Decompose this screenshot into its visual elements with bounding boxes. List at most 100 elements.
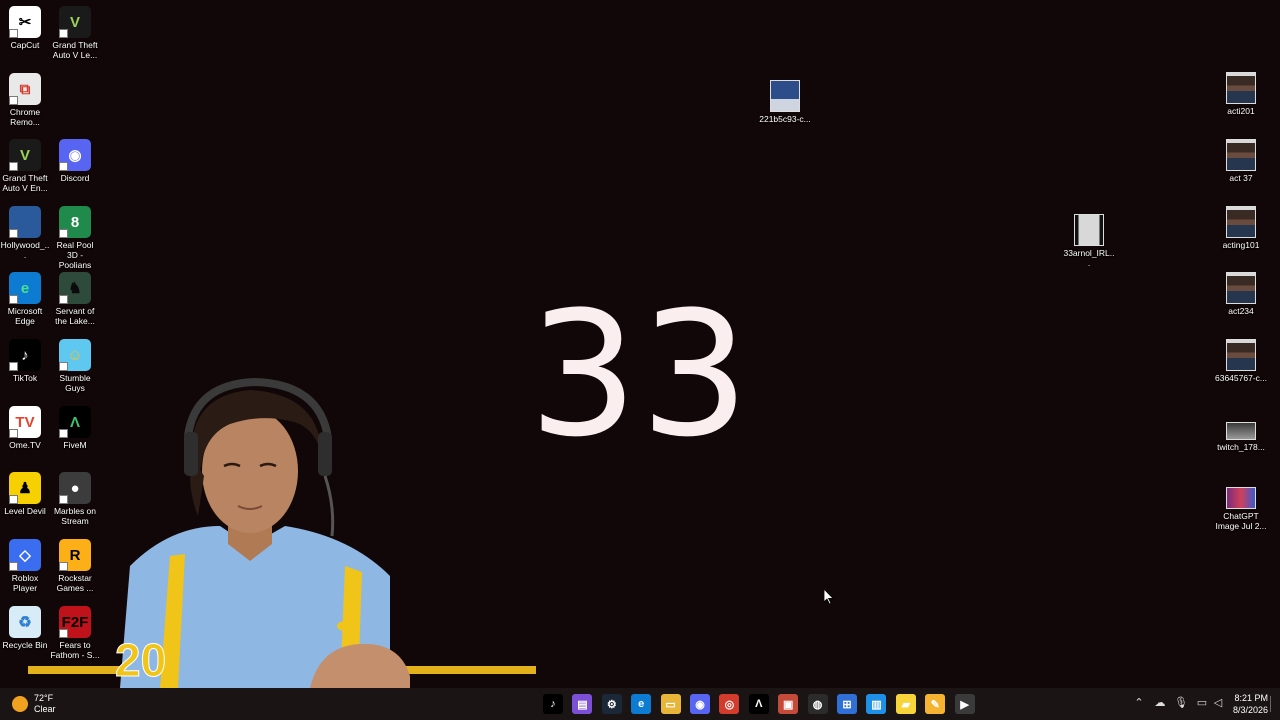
taskbar-app-store[interactable]: ⊞ [837,694,857,714]
show-hidden-icons-chevron-icon[interactable]: ⌃ [1132,696,1146,712]
image-file-icon [1226,272,1256,304]
image-file-icon [1226,206,1256,238]
desktop-icon-ome-tv[interactable]: TV Ome.TV [0,406,50,450]
taskbar-app-video-editor[interactable]: ▣ [778,694,799,714]
taskbar-app-fivem[interactable]: Λ [748,694,769,714]
tiktok-icon: ♪ [550,698,556,710]
media-player-icon: ▶ [960,698,969,711]
fivem-icon: Λ [755,698,763,710]
desktop-file-label: acting101 [1222,240,1260,250]
discord-icon: ◉ [59,139,91,171]
shortcut-arrow-icon [59,629,68,638]
weather-description: Clear [34,704,56,714]
desktop-file-3[interactable]: act234 [1214,272,1268,316]
desktop-file-label: 33arnol_IRL... [1063,248,1115,268]
desktop-icon-chrome-remote-desktop[interactable]: ⧉ Chrome Remo... [0,73,50,127]
system-clock[interactable]: 8:21 PM 8/3/2026 [1226,692,1268,716]
marbles-on-stream-icon: ● [59,472,91,504]
desktop-file-33arnol[interactable]: 33arnol_IRL... [1063,214,1115,268]
taskbar-app-discord[interactable]: ◉ [690,694,710,714]
desktop-file-5[interactable]: twitch_178... [1214,414,1268,452]
microsoft-store-icon: ⊞ [842,698,852,711]
microphone-icon[interactable]: 🎙︎ [1174,696,1188,712]
shortcut-arrow-icon [9,96,18,105]
taskbar-app-tiktok[interactable]: ♪ [543,694,563,714]
desktop-icon-real-pool[interactable]: 8 Real Pool 3D - Poolians [50,206,100,270]
desktop-icon-label: Grand Theft Auto V En... [2,173,48,193]
taskbar-app-sticky-notes-2[interactable]: ✎ [925,694,946,714]
webcam-overlay: 20 [100,376,410,688]
weather-widget[interactable]: 72°F Clear [12,692,56,716]
desktop-icon-roblox[interactable]: ◇ Roblox Player [0,539,50,593]
fears-to-fathom-icon: F2F [59,606,91,638]
gta-v-enhanced-icon: V [9,139,41,171]
shortcut-arrow-icon [9,162,18,171]
desktop-icon-gta-v[interactable]: V Grand Theft Auto V Le... [50,6,100,60]
taskbar-app-clapper[interactable]: ▤ [572,694,593,714]
desktop-file-2[interactable]: acting101 [1214,206,1268,250]
shortcut-arrow-icon [9,429,18,438]
weather-moon-icon [12,696,28,712]
desktop-file-1[interactable]: act 37 [1214,139,1268,183]
volume-icon[interactable]: ◁ [1211,696,1225,712]
desktop-icon-edge[interactable]: e Microsoft Edge [0,272,50,326]
chrome-icon: ◎ [724,698,735,711]
image-file-icon [1226,422,1256,440]
taskbar-app-notes[interactable]: ▥ [866,694,887,714]
desktop-icon-marbles-on-stream[interactable]: ● Marbles on Stream [50,472,100,526]
shortcut-arrow-icon [59,562,68,571]
desktop-icon-stumble-guys[interactable]: ☺ Stumble Guys [50,339,100,393]
desktop-icon-fivem[interactable]: Λ FiveM [50,406,100,450]
taskbar-app-obs[interactable]: ◍ [807,694,828,714]
edge-icon: e [9,272,41,304]
desktop-file-label: ChatGPT Image Jul 2... [1215,511,1267,531]
desktop-icon-tiktok[interactable]: ♪ TikTok [0,339,50,383]
shortcut-arrow-icon [59,162,68,171]
desktop-icon-servant-of-the-lake[interactable]: ♞ Servant of the Lake... [50,272,100,326]
desktop-icon-capcut[interactable]: ✂ CapCut [0,6,50,50]
image-file-icon [1226,487,1256,509]
tiktok-icon: ♪ [9,339,41,371]
taskbar-app-steam[interactable]: ⚙ [601,694,622,714]
desktop-icon-hollywood-file[interactable]: Hollywood_... [0,206,50,260]
desktop-file-label: act234 [1228,306,1254,316]
desktop-icon-recycle-bin[interactable]: ♻ Recycle Bin [0,606,50,650]
taskbar-app-media-player[interactable]: ▶ [954,694,975,714]
desktop-file-label: acti201 [1227,106,1255,116]
show-desktop-button[interactable] [1270,696,1279,712]
ome-tv-icon: TV [9,406,41,438]
desktop-file-label: 221b5c93-c... [759,114,811,124]
shortcut-arrow-icon [59,495,68,504]
taskbar-app-edge[interactable]: e [631,694,652,714]
desktop-icon-gta-v-enhanced[interactable]: V Grand Theft Auto V En... [0,139,50,193]
taskbar-app-chrome[interactable]: ◎ [719,694,740,714]
clock-time: 8:21 PM [1234,693,1268,703]
desktop-icon-label: Fears to Fathom - S... [50,640,100,660]
taskbar-app-sticky-notes[interactable]: ▰ [895,694,916,714]
image-file-icon [770,80,800,112]
desktop-file-0[interactable]: acti201 [1214,72,1268,116]
obs-icon: ◍ [812,698,823,711]
image-file-icon [1226,72,1256,104]
desktop-file-4[interactable]: 63645767-c... [1214,339,1268,383]
desktop-icon-label: FiveM [63,440,87,450]
desktop-icon-label: Grand Theft Auto V Le... [52,40,98,60]
shortcut-arrow-icon [59,362,68,371]
network-icon[interactable]: ▭ [1195,696,1209,712]
desktop-icon-fears-to-fathom[interactable]: F2F Fears to Fathom - S... [50,606,100,660]
shortcut-arrow-icon [59,429,68,438]
taskbar-app-file-explorer[interactable]: ▭ [660,694,681,714]
image-file-icon [1226,339,1256,371]
onedrive-cloud-icon[interactable]: ☁ [1153,696,1167,712]
desktop-icon-level-devil[interactable]: ♟ Level Devil [0,472,50,516]
clapperboard-icon: ▤ [577,698,588,711]
folder-icon: ▭ [665,698,676,711]
desktop-file-6[interactable]: ChatGPT Image Jul 2... [1214,481,1268,531]
desktop-icon-rockstar-games[interactable]: R Rockstar Games ... [50,539,100,593]
desktop-file-221b5c93[interactable]: 221b5c93-c... [759,80,811,124]
desktop-icon-discord[interactable]: ◉ Discord [50,139,100,183]
fivem-icon: Λ [59,406,91,438]
edge-icon: e [638,698,645,710]
desktop-icon-label: Real Pool 3D - Poolians [56,240,94,270]
sticky-notes-icon: ▰ [901,698,911,711]
